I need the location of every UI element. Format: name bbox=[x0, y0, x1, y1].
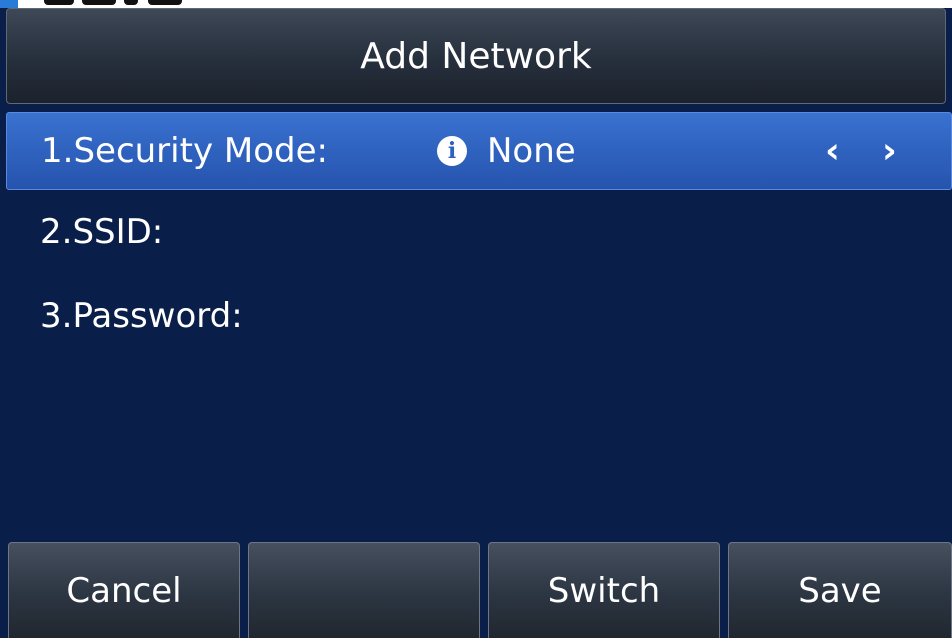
logo-fragment bbox=[124, 0, 138, 5]
phone-screen: Add Network 1.Security Mode: i None ‹ › … bbox=[0, 0, 952, 638]
info-icon: i bbox=[437, 136, 467, 166]
security-mode-value: None bbox=[487, 131, 576, 171]
chevron-left-icon[interactable]: ‹ bbox=[825, 131, 840, 172]
blank-softkey[interactable] bbox=[248, 542, 480, 638]
brand-mark bbox=[0, 0, 18, 8]
list-item-password[interactable]: 3.Password: bbox=[6, 274, 952, 358]
item-label: 2.SSID: bbox=[40, 212, 164, 252]
chevron-right-icon[interactable]: › bbox=[882, 131, 897, 172]
item-label: 3.Password: bbox=[40, 296, 243, 336]
top-header-strip bbox=[0, 0, 952, 8]
logo-fragment bbox=[148, 0, 182, 5]
title-bar: Add Network bbox=[6, 8, 946, 104]
page-title: Add Network bbox=[360, 35, 592, 77]
list-item-security-mode[interactable]: 1.Security Mode: i None ‹ › bbox=[6, 112, 952, 190]
logo-fragment bbox=[44, 0, 74, 5]
save-button[interactable]: Save bbox=[728, 542, 952, 638]
softkey-bar: Cancel Switch Save bbox=[0, 542, 952, 638]
logo-fragment bbox=[82, 0, 116, 5]
settings-list: 1.Security Mode: i None ‹ › 2.SSID: 3.Pa… bbox=[6, 112, 952, 358]
list-item-ssid[interactable]: 2.SSID: bbox=[6, 190, 952, 274]
switch-button[interactable]: Switch bbox=[488, 542, 720, 638]
cancel-button[interactable]: Cancel bbox=[8, 542, 240, 638]
item-label: 1.Security Mode: bbox=[41, 131, 328, 171]
